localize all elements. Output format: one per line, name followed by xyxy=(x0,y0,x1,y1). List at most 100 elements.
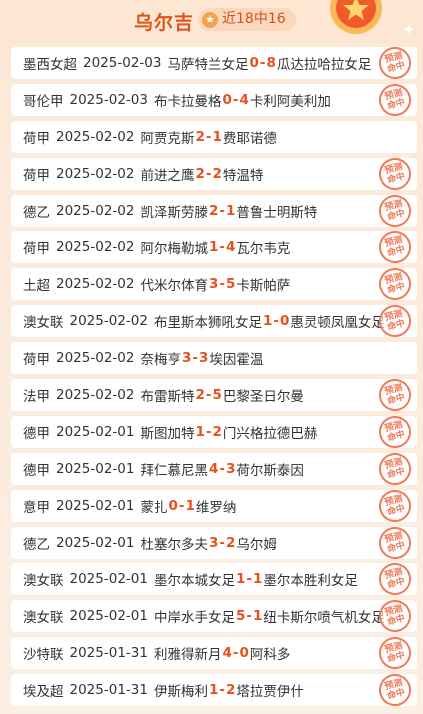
away-team: 乌尔姆 xyxy=(236,536,277,553)
home-team: 马萨特兰女足 xyxy=(167,57,249,73)
away-team: 瓦尔韦克 xyxy=(236,241,291,258)
match-league: 德乙 xyxy=(23,204,50,221)
match-row[interactable]: 墨西女超 2025-02-03 马萨特兰女足 0-8 瓜达拉哈拉女足 预测 命中 xyxy=(11,47,417,79)
match-row[interactable]: 荷甲 2025-02-02 奈梅亨 3-3 埃因霍温 xyxy=(11,342,417,375)
home-team: 中岸水手女足 xyxy=(153,610,235,627)
score-separator: - xyxy=(219,276,225,293)
score-separator: - xyxy=(178,497,185,514)
match-date: 2025-02-02 xyxy=(56,387,135,404)
score-separator: - xyxy=(273,313,279,330)
away-score: 5 xyxy=(225,276,236,293)
score-separator: - xyxy=(246,571,252,588)
match-league: 荷甲 xyxy=(23,352,50,369)
match-row[interactable]: 荷甲 2025-02-02 阿贾克斯 2-1 费耶诺德 xyxy=(11,120,417,153)
home-team: 伊斯梅利 xyxy=(153,684,208,701)
away-team: 费耶诺德 xyxy=(222,130,277,147)
match-row[interactable]: 埃及超 2025-01-31 伊斯梅利 1-2 塔拉贾伊什 预测 命中 xyxy=(11,674,417,707)
match-row[interactable]: 意甲 2025-02-01 蒙扎 0-1 维罗纳 预测 命中 xyxy=(11,489,417,522)
match-row[interactable]: 德甲 2025-02-01 斯图加特 1-2 门兴格拉德巴赫 预测 命中 xyxy=(11,415,417,448)
home-score: 1 xyxy=(208,239,219,256)
match-row[interactable]: 澳女联 2025-02-01 墨尔本城女足 1-1 墨尔本胜利女足 预测 命中 xyxy=(11,563,417,596)
away-score: 1 xyxy=(225,202,236,219)
prediction-hit-stamp: 预测 命中 xyxy=(375,563,415,596)
away-team: 普鲁士明斯特 xyxy=(236,204,318,221)
match-date: 2025-01-31 xyxy=(69,682,148,699)
match-row[interactable]: 德甲 2025-02-01 拜仁慕尼黑 4-3 荷尔斯泰因 预测 命中 xyxy=(11,452,417,485)
prediction-hit-stamp: 预测 命中 xyxy=(375,83,415,116)
home-team: 布卡拉曼格 xyxy=(153,93,222,110)
score-separator: - xyxy=(219,682,225,699)
match-date: 2025-02-01 xyxy=(69,608,148,625)
match-row[interactable]: 德乙 2025-02-01 杜塞尔多夫 3-2 乌尔姆 预测 命中 xyxy=(11,526,417,559)
match-date: 2025-02-03 xyxy=(83,55,162,71)
home-team: 蒙扎 xyxy=(140,499,168,516)
match-row[interactable]: 荷甲 2025-02-02 前进之鹰 2-2 特温特 预测 命中 xyxy=(11,157,417,190)
match-league: 澳女联 xyxy=(23,610,64,627)
home-score: 3 xyxy=(208,534,219,551)
home-team: 利雅得新月 xyxy=(153,647,222,664)
match-row[interactable]: 荷甲 2025-02-02 阿尔梅勒城 1-4 瓦尔韦克 预测 命中 xyxy=(11,231,417,264)
match-date: 2025-02-02 xyxy=(56,239,135,256)
away-team: 巴黎圣日尔曼 xyxy=(222,389,304,406)
away-team: 埃因霍温 xyxy=(209,352,264,369)
home-team: 斯图加特 xyxy=(140,425,195,442)
away-team: 塔拉贾伊什 xyxy=(236,684,304,701)
match-row[interactable]: 德乙 2025-02-02 凯泽斯劳滕 2-1 普鲁士明斯特 预测 命中 xyxy=(11,194,417,227)
prediction-hit-stamp: 预测 命中 xyxy=(375,452,415,485)
match-league: 法甲 xyxy=(23,389,50,406)
away-team: 维罗纳 xyxy=(195,499,237,516)
match-row[interactable]: 哥伦甲 2025-02-03 布卡拉曼格 0-4 卡利阿美利加 预测 命中 xyxy=(11,83,417,116)
record-badge: ★ 近18中16 xyxy=(198,8,296,31)
match-date: 2025-02-01 xyxy=(69,571,148,588)
stamp-line2: 命中 xyxy=(386,577,407,592)
match-row[interactable]: 法甲 2025-02-02 布雷斯特 2-5 巴黎圣日尔曼 预测 命中 xyxy=(11,379,417,412)
match-league: 德乙 xyxy=(23,536,50,553)
prediction-hit-stamp: 预测 命中 xyxy=(375,47,415,79)
score-separator: - xyxy=(205,423,212,440)
score-separator: - xyxy=(232,91,239,108)
match-league: 沙特联 xyxy=(23,647,64,664)
match-row[interactable]: 沙特联 2025-01-31 利雅得新月 4-0 阿科多 预测 命中 xyxy=(11,637,417,670)
away-score: 8 xyxy=(266,55,276,71)
match-date: 2025-02-01 xyxy=(56,460,135,477)
home-score: 2 xyxy=(195,387,205,404)
match-row[interactable]: 土超 2025-02-02 代米尔体育 3-5 卡斯帕萨 预测 命中 xyxy=(11,268,417,301)
home-score: 0 xyxy=(168,497,178,514)
medal-icon xyxy=(330,0,382,34)
away-team: 卡利阿美利加 xyxy=(249,93,331,110)
score-separator: - xyxy=(219,460,225,477)
away-team: 门兴格拉德巴赫 xyxy=(222,425,318,442)
home-score: 2 xyxy=(208,202,219,219)
home-score: 1 xyxy=(195,423,205,440)
score-separator: - xyxy=(246,608,252,625)
match-league: 意甲 xyxy=(23,499,50,516)
match-date: 2025-02-02 xyxy=(56,202,135,219)
match-league: 荷甲 xyxy=(23,167,50,184)
record-badge-label: 近18中16 xyxy=(222,11,286,27)
match-row[interactable]: 澳女联 2025-02-01 中岸水手女足 5-1 纽卡斯尔喷气机女足 预测 命中 xyxy=(11,600,417,633)
home-score: 0 xyxy=(222,91,232,108)
away-score: 3 xyxy=(198,350,209,367)
prediction-hit-stamp: 预测 命中 xyxy=(375,674,415,707)
away-team: 阿科多 xyxy=(249,647,291,664)
home-team: 奈梅亨 xyxy=(140,352,181,369)
away-score: 2 xyxy=(212,423,222,440)
score-separator: - xyxy=(192,350,198,367)
home-team: 前进之鹰 xyxy=(140,167,195,184)
prediction-hit-stamp: 预测 命中 xyxy=(375,194,415,227)
away-score: 3 xyxy=(225,460,236,477)
home-team: 杜塞尔多夫 xyxy=(140,536,208,553)
away-score: 1 xyxy=(252,571,263,588)
match-league: 埃及超 xyxy=(23,684,64,701)
home-team: 布里斯本狮吼女足 xyxy=(153,315,262,332)
away-score: 2 xyxy=(212,165,222,182)
away-team: 墨尔本胜利女足 xyxy=(263,573,358,590)
match-row[interactable]: 澳女联 2025-02-02 布里斯本狮吼女足 1-0 惠灵顿凤凰女足 预测 命中 xyxy=(11,305,417,338)
home-team: 阿贾克斯 xyxy=(140,130,195,147)
score-separator: - xyxy=(219,202,225,219)
away-score: 1 xyxy=(252,608,263,625)
sparkle-icon: ✦ xyxy=(402,20,416,39)
away-score: 1 xyxy=(185,497,195,514)
match-league: 荷甲 xyxy=(23,241,50,258)
away-score: 5 xyxy=(212,387,222,404)
